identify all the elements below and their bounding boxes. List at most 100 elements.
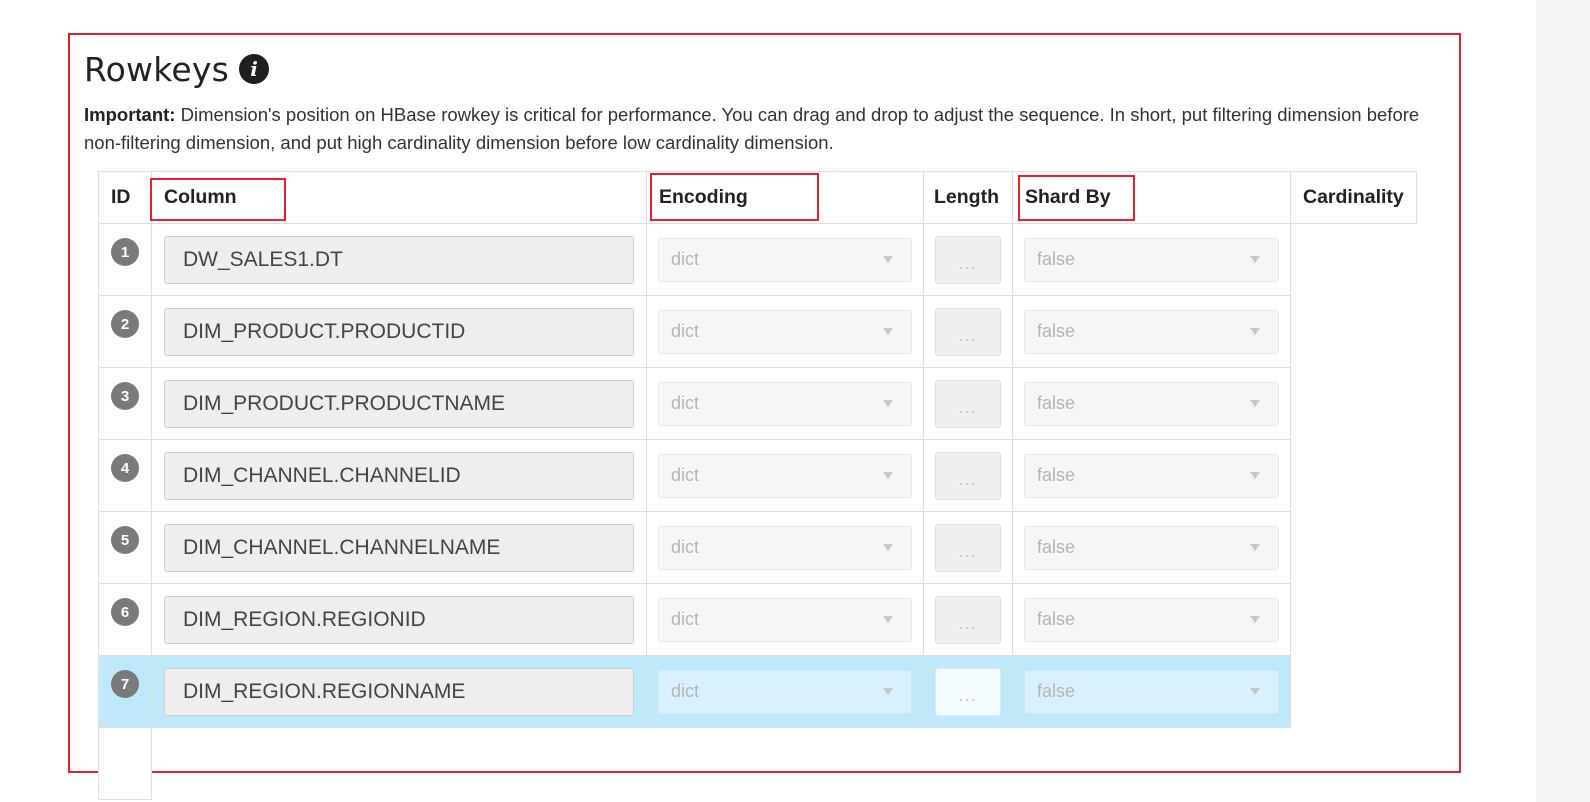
encoding-select[interactable]: dict (658, 525, 912, 570)
encoding-value: dict (671, 537, 700, 557)
column-cell: DIM_CHANNEL.CHANNELNAME (151, 511, 647, 584)
table-row[interactable]: 3 DIM_PRODUCT.PRODUCTNAME dict ... false (98, 367, 1417, 440)
shard-by-select[interactable]: false (1024, 453, 1279, 498)
table-row[interactable]: 5 DIM_CHANNEL.CHANNELNAME dict ... false (98, 511, 1417, 584)
encoding-value: dict (671, 609, 700, 629)
chevron-down-icon (883, 544, 893, 551)
length-input[interactable]: ... (935, 451, 1001, 500)
row-number-badge[interactable]: 6 (111, 598, 139, 626)
encoding-value: dict (671, 465, 700, 485)
row-number-badge[interactable]: 4 (111, 454, 139, 482)
chevron-down-icon (1250, 616, 1260, 623)
shard-by-cell: false (1012, 655, 1291, 728)
encoding-value: dict (671, 321, 700, 341)
shard-by-value: false (1037, 321, 1076, 341)
chevron-down-icon (1250, 544, 1260, 551)
row-id-cell: 2 (98, 295, 152, 368)
chevron-down-icon (1250, 256, 1260, 263)
shard-by-select[interactable]: false (1024, 669, 1279, 714)
cardinality-cell (1291, 224, 1417, 296)
column-name-field[interactable]: DIM_PRODUCT.PRODUCTID (164, 307, 634, 356)
row-number-badge[interactable]: 5 (111, 526, 139, 554)
section-header: Rowkeys i (84, 49, 269, 89)
shard-by-select[interactable]: false (1024, 381, 1279, 426)
shard-by-cell: false (1012, 583, 1291, 656)
column-name-field[interactable]: DIM_CHANNEL.CHANNELNAME (164, 523, 634, 572)
chevron-down-icon (1250, 400, 1260, 407)
length-cell: ... (923, 295, 1013, 368)
column-cell: DIM_REGION.REGIONID (151, 583, 647, 656)
length-cell: ... (923, 655, 1013, 728)
length-cell: ... (923, 223, 1013, 296)
encoding-cell: dict (646, 439, 924, 512)
shard-by-select[interactable]: false (1024, 597, 1279, 642)
chevron-down-icon (883, 256, 893, 263)
shard-by-select[interactable]: false (1024, 237, 1279, 282)
rowkeys-note: Important: Dimension's position on HBase… (84, 101, 1454, 157)
column-cell: DIM_PRODUCT.PRODUCTID (151, 295, 647, 368)
row-number-badge[interactable]: 1 (111, 238, 139, 266)
length-cell: ... (923, 367, 1013, 440)
length-input[interactable]: ... (935, 523, 1001, 572)
length-input[interactable]: ... (935, 307, 1001, 356)
chevron-down-icon (883, 472, 893, 479)
table-row[interactable]: 4 DIM_CHANNEL.CHANNELID dict ... false (98, 439, 1417, 512)
row-id-cell: 1 (98, 223, 152, 296)
chevron-down-icon (1250, 328, 1260, 335)
encoding-select[interactable]: dict (658, 309, 912, 354)
shard-by-cell: false (1012, 511, 1291, 584)
row-number-badge[interactable]: 7 (111, 670, 139, 698)
section-title: Rowkeys (84, 49, 229, 89)
chevron-down-icon (883, 616, 893, 623)
cardinality-cell (1291, 440, 1417, 512)
length-cell: ... (923, 511, 1013, 584)
rowkeys-table: ID Column Encoding Length Shard By Cardi… (98, 171, 1417, 800)
row-number-badge[interactable]: 3 (111, 382, 139, 410)
length-input[interactable]: ... (935, 235, 1001, 284)
table-row[interactable]: 6 DIM_REGION.REGIONID dict ... false (98, 583, 1417, 656)
cardinality-cell (1291, 656, 1417, 728)
column-name-field[interactable]: DIM_REGION.REGIONID (164, 595, 634, 644)
table-row[interactable]: 2 DIM_PRODUCT.PRODUCTID dict ... false (98, 295, 1417, 368)
page-side-gutter (1536, 0, 1590, 802)
length-cell: ... (923, 439, 1013, 512)
encoding-value: dict (671, 681, 700, 701)
info-circle-icon[interactable]: i (239, 54, 269, 84)
chevron-down-icon (883, 400, 893, 407)
row-id-cell: 4 (98, 439, 152, 512)
shard-by-select[interactable]: false (1024, 525, 1279, 570)
column-name-field[interactable]: DIM_REGION.REGIONNAME (164, 667, 634, 716)
length-input[interactable]: ... (935, 667, 1001, 716)
encoding-select[interactable]: dict (658, 597, 912, 642)
table-row[interactable]: 7 DIM_REGION.REGIONNAME dict ... false (98, 655, 1417, 728)
chevron-down-icon (1250, 472, 1260, 479)
encoding-select[interactable]: dict (658, 453, 912, 498)
table-row[interactable]: 1 DW_SALES1.DT dict ... false (98, 223, 1417, 296)
column-name-field[interactable]: DIM_PRODUCT.PRODUCTNAME (164, 379, 634, 428)
encoding-select[interactable]: dict (658, 381, 912, 426)
shard-by-value: false (1037, 681, 1076, 701)
header-shard-by: Shard By (1012, 171, 1291, 224)
encoding-cell: dict (646, 367, 924, 440)
encoding-select[interactable]: dict (658, 669, 912, 714)
column-name-field[interactable]: DIM_CHANNEL.CHANNELID (164, 451, 634, 500)
column-cell: DW_SALES1.DT (151, 223, 647, 296)
note-important-label: Important: (84, 104, 176, 125)
shard-by-select[interactable]: false (1024, 309, 1279, 354)
table-footer-row (98, 727, 1417, 800)
row-id-cell: 5 (98, 511, 152, 584)
length-input[interactable]: ... (935, 595, 1001, 644)
encoding-select[interactable]: dict (658, 237, 912, 282)
header-encoding: Encoding (646, 171, 924, 224)
encoding-value: dict (671, 393, 700, 413)
shard-by-value: false (1037, 393, 1076, 413)
encoding-cell: dict (646, 583, 924, 656)
column-cell: DIM_REGION.REGIONNAME (151, 655, 647, 728)
column-name-field[interactable]: DW_SALES1.DT (164, 235, 634, 284)
column-cell: DIM_PRODUCT.PRODUCTNAME (151, 367, 647, 440)
shard-by-value: false (1037, 249, 1076, 269)
length-input[interactable]: ... (935, 379, 1001, 428)
row-number-badge[interactable]: 2 (111, 310, 139, 338)
encoding-cell: dict (646, 655, 924, 728)
header-column: Column (151, 171, 647, 224)
